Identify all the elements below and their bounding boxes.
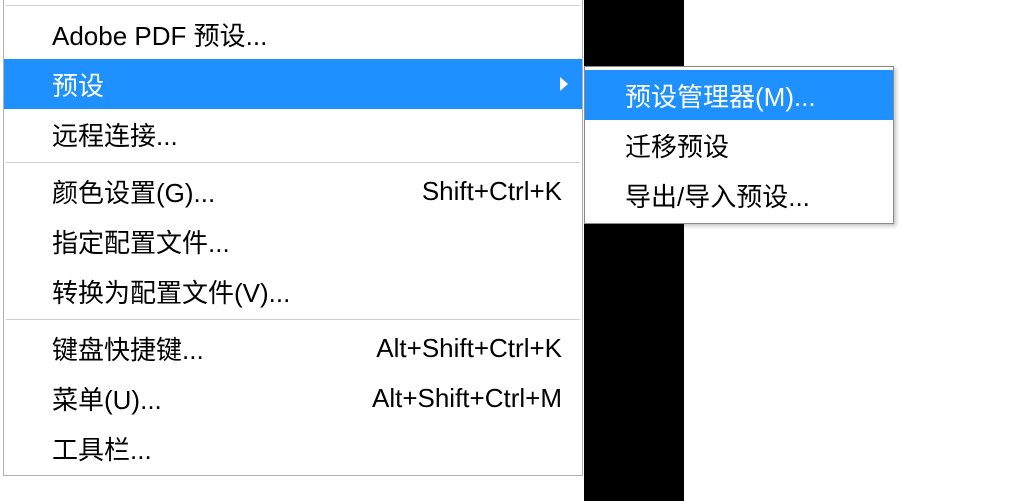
menu-item-label: 导出/导入预设... bbox=[625, 177, 877, 214]
menu-separator bbox=[6, 162, 580, 163]
menu-item-shortcut: Alt+Shift+Ctrl+M bbox=[372, 383, 562, 414]
menu-item-label: 预设管理器(M)... bbox=[625, 77, 877, 114]
menu-item-label: 迁移预设 bbox=[625, 127, 877, 164]
menu-item-shortcut: Alt+Shift+Ctrl+K bbox=[376, 333, 562, 364]
submenu-item-export-import-presets[interactable]: 导出/导入预设... bbox=[585, 170, 893, 220]
submenu-item-preset-manager[interactable]: 预设管理器(M)... bbox=[585, 70, 893, 120]
menu-item-label: 键盘快捷键... bbox=[52, 330, 376, 367]
menu-separator bbox=[6, 319, 580, 320]
menu-item-convert-profile[interactable]: 转换为配置文件(V)... bbox=[4, 266, 582, 316]
menu-item-keyboard-shortcuts[interactable]: 键盘快捷键... Alt+Shift+Ctrl+K bbox=[4, 323, 582, 373]
menu-item-label: 远程连接... bbox=[52, 116, 562, 153]
menu-item-label: Adobe PDF 预设... bbox=[52, 16, 562, 53]
submenu-arrow-icon bbox=[560, 77, 568, 91]
menu-item-presets[interactable]: 预设 bbox=[4, 59, 582, 109]
menu-item-menus[interactable]: 菜单(U)... Alt+Shift+Ctrl+M bbox=[4, 373, 582, 423]
menu-item-label: 转换为配置文件(V)... bbox=[52, 273, 562, 310]
menu-item-label: 指定配置文件... bbox=[52, 223, 562, 260]
menu-separator bbox=[6, 5, 580, 6]
menu-item-color-settings[interactable]: 颜色设置(G)... Shift+Ctrl+K bbox=[4, 166, 582, 216]
menu-item-remote-connect[interactable]: 远程连接... bbox=[4, 109, 582, 159]
menu-item-shortcut: Shift+Ctrl+K bbox=[422, 176, 562, 207]
menu-item-label: 工具栏... bbox=[52, 430, 562, 467]
menu-item-label: 菜单(U)... bbox=[52, 380, 372, 417]
submenu-item-migrate-presets[interactable]: 迁移预设 bbox=[585, 120, 893, 170]
menu-item-label: 预设 bbox=[52, 66, 562, 103]
menu-item-toolbar[interactable]: 工具栏... bbox=[4, 423, 582, 473]
edit-menu-dropdown: Adobe PDF 预设... 预设 远程连接... 颜色设置(G)... Sh… bbox=[3, 0, 583, 476]
menu-item-label: 颜色设置(G)... bbox=[52, 173, 422, 210]
menu-item-adobe-pdf-presets[interactable]: Adobe PDF 预设... bbox=[4, 9, 582, 59]
menu-item-assign-profile[interactable]: 指定配置文件... bbox=[4, 216, 582, 266]
presets-submenu: 预设管理器(M)... 迁移预设 导出/导入预设... bbox=[584, 66, 894, 224]
